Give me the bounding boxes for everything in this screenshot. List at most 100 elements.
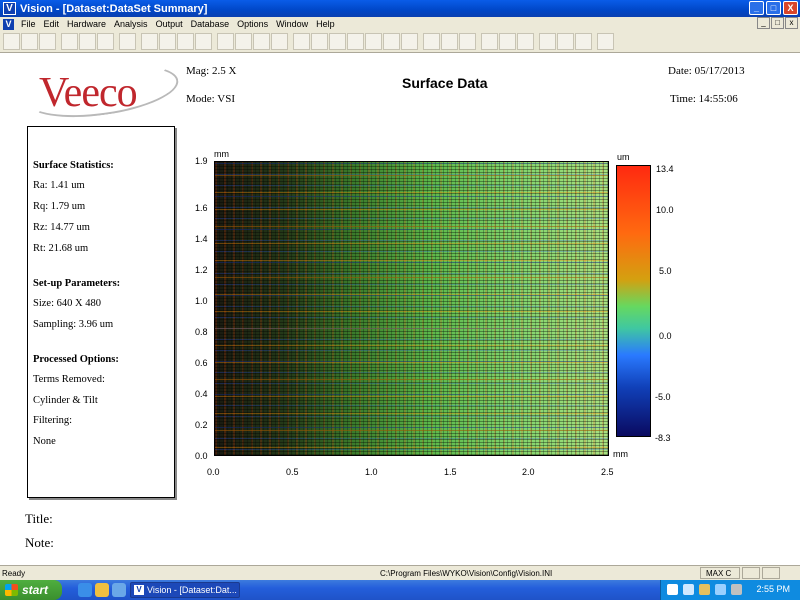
focus-icon[interactable] — [441, 33, 458, 50]
y-tick: 1.6 — [195, 203, 208, 213]
colorbar-tick: 13.4 — [656, 164, 674, 174]
contour-icon[interactable] — [293, 33, 310, 50]
rt-value: Rt: 21.68 um — [33, 243, 89, 254]
color-scale-bar — [616, 165, 651, 437]
palette-icon[interactable] — [195, 33, 212, 50]
open-icon[interactable] — [21, 33, 38, 50]
taskbar: start V Vision - [Dataset:Dat... 2:55 PM — [0, 580, 800, 600]
ie-icon[interactable] — [78, 583, 92, 597]
menu-edit[interactable]: Edit — [40, 19, 64, 29]
task-label: Vision - [Dataset:Dat... — [147, 585, 237, 595]
security-icon[interactable] — [699, 584, 710, 595]
light-icon[interactable] — [517, 33, 534, 50]
mode-label: Mode: VSI — [186, 93, 235, 105]
profile-icon[interactable] — [271, 33, 288, 50]
stage-icon[interactable] — [235, 33, 252, 50]
system-tray: 2:55 PM — [660, 580, 800, 600]
menu-analysis[interactable]: Analysis — [110, 19, 152, 29]
x-tick: 0.0 — [207, 467, 220, 477]
title-label: Title: — [25, 511, 53, 526]
database-icon[interactable] — [79, 33, 96, 50]
start-label: start — [22, 583, 49, 597]
calibrate-icon[interactable] — [481, 33, 498, 50]
colorbar-tick: 5.0 — [659, 266, 672, 276]
measure-mode-icon[interactable] — [557, 33, 574, 50]
print-preview-icon[interactable] — [61, 33, 78, 50]
curve-icon[interactable] — [401, 33, 418, 50]
measure-start-icon[interactable] — [539, 33, 556, 50]
help-icon[interactable] — [597, 33, 614, 50]
status-bar: Ready C:\Program Files\WYKO\Vision\Confi… — [0, 565, 800, 580]
veeco-logo: Veeco — [22, 56, 182, 126]
minimize-button[interactable]: _ — [749, 1, 764, 15]
y-tick: 0.6 — [195, 358, 208, 368]
mask-icon[interactable] — [423, 33, 440, 50]
setup-heading: Set-up Parameters: — [33, 278, 121, 289]
zoom-icon[interactable] — [499, 33, 516, 50]
grid-icon[interactable] — [159, 33, 176, 50]
volume-icon[interactable] — [715, 584, 726, 595]
x-axis-unit: mm — [613, 449, 628, 459]
menu-help[interactable]: Help — [312, 19, 339, 29]
menu-options[interactable]: Options — [233, 19, 272, 29]
surface-texture — [215, 162, 608, 455]
print-icon[interactable] — [97, 33, 114, 50]
surface-stats-heading: Surface Statistics: — [33, 160, 114, 171]
task-vision[interactable]: V Vision - [Dataset:Dat... — [130, 582, 240, 598]
surface-map[interactable] — [214, 161, 609, 456]
size-value: Size: 640 X 480 — [33, 298, 101, 309]
y-tick: 0.0 — [195, 451, 208, 461]
measure-setup-icon[interactable] — [575, 33, 592, 50]
highlight-icon[interactable] — [141, 33, 158, 50]
record-icon[interactable] — [459, 33, 476, 50]
device-icon[interactable] — [731, 584, 742, 595]
y-tick: 0.2 — [195, 420, 208, 430]
network-icon[interactable] — [683, 584, 694, 595]
new-icon[interactable] — [3, 33, 20, 50]
bearing-ratio-icon[interactable] — [383, 33, 400, 50]
title-bar: V Vision - [Dataset:DataSet Summary] _ □… — [0, 0, 800, 17]
x-tick: 2.5 — [601, 467, 614, 477]
histogram-icon[interactable] — [365, 33, 382, 50]
filtering-value: None — [33, 436, 56, 447]
doc-minimize-button[interactable]: _ — [757, 17, 770, 29]
colorbar-tick: 0.0 — [659, 331, 672, 341]
help-tray-icon[interactable] — [667, 584, 678, 595]
maximize-button[interactable]: □ — [766, 1, 781, 15]
info-icon[interactable] — [347, 33, 364, 50]
show-desktop-icon[interactable] — [112, 583, 126, 597]
y-tick: 0.4 — [195, 389, 208, 399]
window-title: Vision - [Dataset:DataSet Summary] — [20, 2, 208, 15]
clock: 2:55 PM — [756, 584, 790, 594]
x-tick: 0.5 — [286, 467, 299, 477]
menu-output[interactable]: Output — [152, 19, 187, 29]
time-label: Time: 14:55:06 — [670, 93, 738, 105]
filtering-label: Filtering: — [33, 415, 73, 426]
menu-window[interactable]: Window — [272, 19, 312, 29]
doc-restore-button[interactable]: □ — [771, 17, 784, 29]
menu-bar: V File Edit Hardware Analysis Output Dat… — [0, 17, 800, 31]
x-tick: 2.0 — [522, 467, 535, 477]
windows-logo-icon — [5, 584, 18, 596]
vision-task-icon: V — [134, 585, 144, 595]
start-button[interactable]: start — [0, 580, 62, 600]
config-path: C:\Program Files\WYKO\Vision\Config\Visi… — [380, 569, 553, 578]
sampling-value: Sampling: 3.96 um — [33, 319, 114, 330]
measure-icon[interactable] — [217, 33, 234, 50]
menu-hardware[interactable]: Hardware — [63, 19, 110, 29]
tools-icon[interactable] — [253, 33, 270, 50]
x-tick: 1.0 — [365, 467, 378, 477]
statistics-panel: Surface Statistics: Ra: 1.41 um Rq: 1.79… — [27, 126, 175, 498]
menu-file[interactable]: File — [17, 19, 40, 29]
menu-database[interactable]: Database — [187, 19, 234, 29]
terms-removed-value: Cylinder & Tilt — [33, 395, 98, 406]
page-icon[interactable] — [119, 33, 136, 50]
explorer-icon[interactable] — [95, 583, 109, 597]
save-icon[interactable] — [39, 33, 56, 50]
doc-close-button[interactable]: x — [785, 17, 798, 29]
document-icon[interactable]: V — [3, 18, 14, 30]
color-grid-icon[interactable] — [177, 33, 194, 50]
3d-view-icon[interactable] — [329, 33, 346, 50]
chart-icon[interactable] — [311, 33, 328, 50]
close-button[interactable]: X — [783, 1, 798, 15]
